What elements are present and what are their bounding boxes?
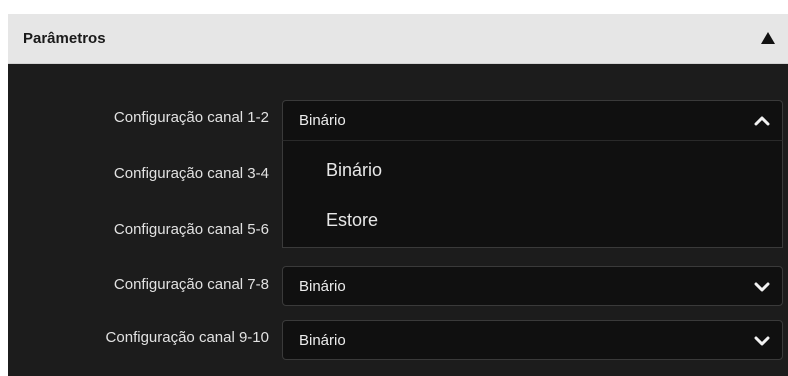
- select-value: Binário: [299, 278, 346, 295]
- chevron-down-icon[interactable]: [754, 280, 770, 292]
- channel-5-6-label: Configuração canal 5-6: [113, 221, 269, 238]
- dropdown-option-estore[interactable]: Estore: [283, 195, 782, 245]
- chevron-up-icon[interactable]: [754, 114, 770, 126]
- channel-7-8-label: Configuração canal 7-8: [113, 276, 269, 293]
- option-label: Binário: [326, 160, 383, 180]
- parameters-panel: Parâmetros Configuração canal 1-2 Binári…: [8, 14, 788, 376]
- channel-1-2-dropdown-list: Binário Estore: [282, 140, 783, 248]
- channel-1-2-select[interactable]: Binário: [282, 100, 783, 140]
- channel-3-4-label: Configuração canal 3-4: [113, 165, 269, 182]
- select-value: Binário: [299, 332, 346, 349]
- select-value: Binário: [299, 112, 346, 129]
- channel-1-2-label: Configuração canal 1-2: [113, 109, 269, 126]
- option-label: Estore: [326, 210, 379, 230]
- channel-9-10-select[interactable]: Binário: [282, 320, 783, 360]
- channel-9-10-label: Configuração canal 9-10: [105, 329, 269, 346]
- channel-7-8-select[interactable]: Binário: [282, 266, 783, 306]
- panel-title: Parâmetros: [23, 30, 106, 47]
- panel-header[interactable]: Parâmetros: [8, 14, 788, 64]
- dropdown-option-binario[interactable]: Binário: [283, 145, 782, 195]
- triangle-up-icon[interactable]: [760, 31, 776, 45]
- chevron-down-icon[interactable]: [754, 334, 770, 346]
